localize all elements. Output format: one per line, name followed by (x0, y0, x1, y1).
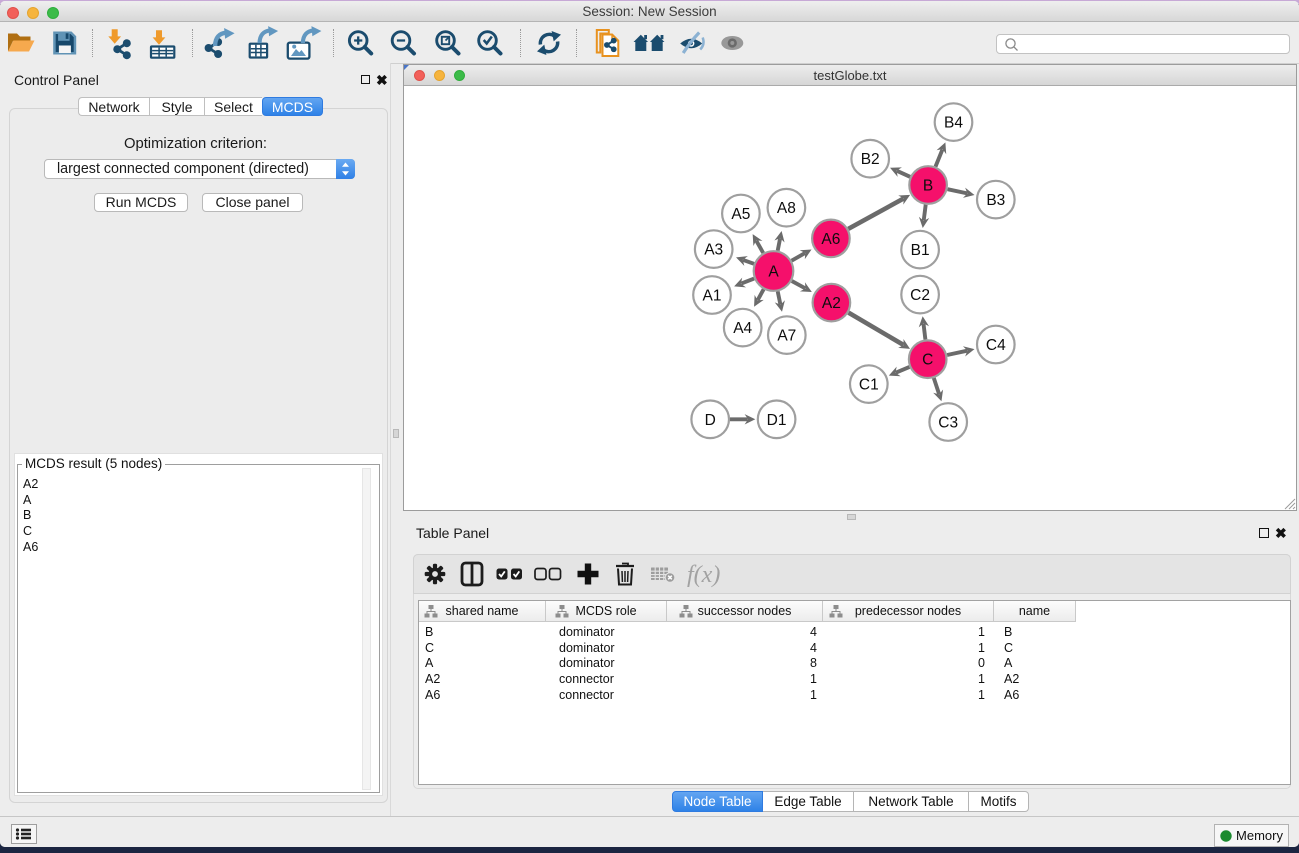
svg-text:f(x): f(x) (687, 562, 720, 588)
svg-text:B2: B2 (861, 151, 880, 168)
svg-text:A8: A8 (777, 200, 796, 217)
svg-text:D: D (705, 412, 716, 429)
svg-text:B3: B3 (986, 192, 1005, 209)
svg-text:B4: B4 (944, 115, 963, 132)
svg-text:C1: C1 (859, 377, 879, 394)
svg-text:A1: A1 (703, 288, 722, 305)
svg-text:B: B (923, 178, 933, 195)
svg-text:D1: D1 (767, 412, 787, 429)
svg-text:A4: A4 (733, 320, 752, 337)
svg-text:A2: A2 (822, 295, 841, 312)
svg-text:A6: A6 (821, 231, 840, 248)
svg-text:A3: A3 (704, 242, 723, 259)
svg-text:C4: C4 (986, 337, 1006, 354)
svg-text:C3: C3 (938, 415, 958, 432)
svg-text:A7: A7 (777, 328, 796, 345)
svg-text:C: C (922, 352, 933, 369)
svg-text:A5: A5 (731, 206, 750, 223)
svg-text:A: A (768, 264, 779, 281)
svg-text:C2: C2 (910, 287, 930, 304)
svg-text:B1: B1 (911, 242, 930, 259)
